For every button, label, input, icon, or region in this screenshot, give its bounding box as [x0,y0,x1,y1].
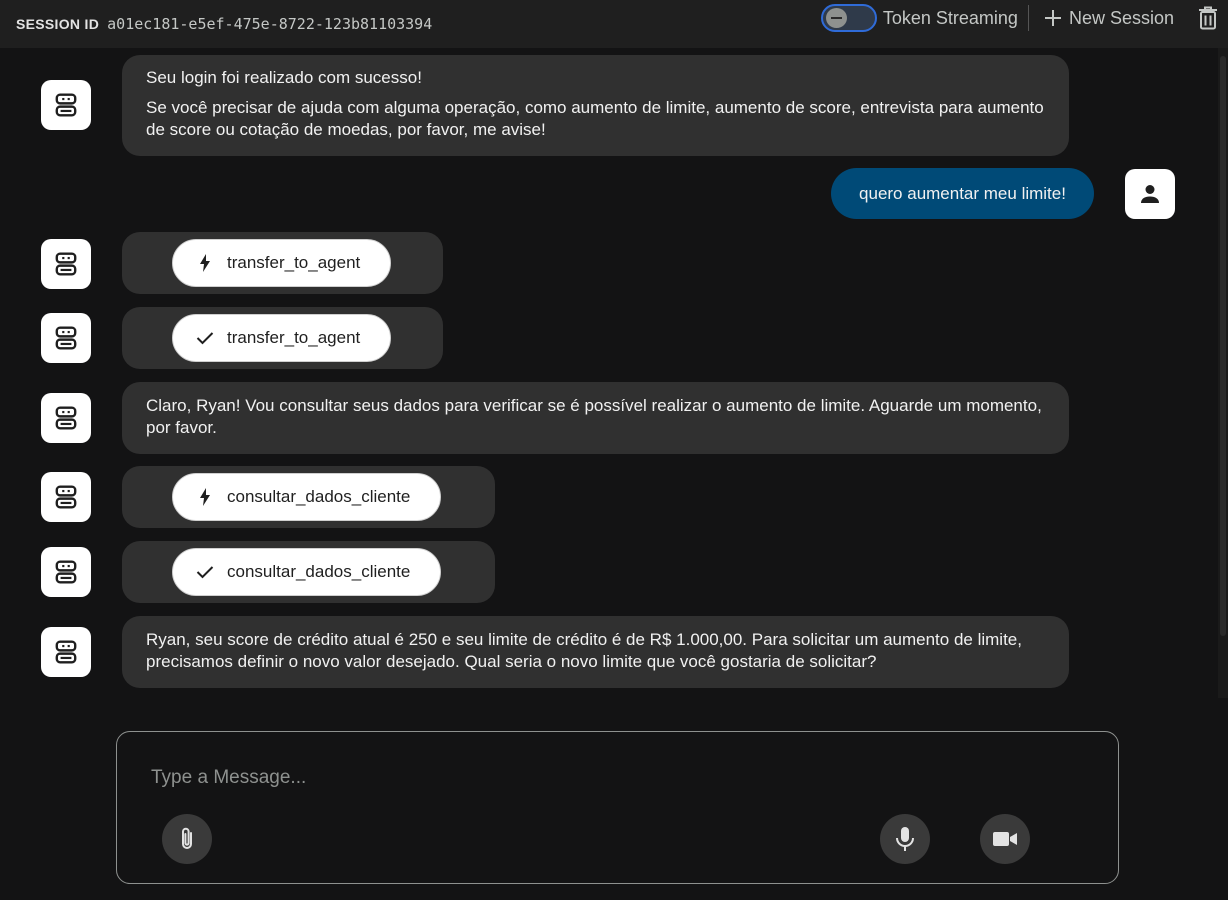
function-response-message: consultar_dados_cliente [122,541,495,603]
microphone-button[interactable] [880,814,930,864]
trash-icon [1199,6,1217,30]
function-call-message: transfer_to_agent [122,232,443,294]
function-response-chip[interactable]: transfer_to_agent [172,314,392,362]
bot-message: Ryan, seu score de crédito atual é 250 e… [122,616,1069,688]
bot-avatar [41,627,91,677]
robot-icon [55,560,77,584]
token-streaming-label: Token Streaming [882,7,1018,28]
robot-icon [55,93,77,117]
function-call-chip[interactable]: consultar_dados_cliente [172,473,442,521]
robot-icon [55,406,77,430]
new-session-label: New Session [1068,7,1174,28]
toggle-knob [825,8,847,28]
function-response-chip[interactable]: consultar_dados_cliente [172,548,442,596]
bot-avatar [41,472,91,522]
person-icon [1141,185,1159,203]
message-text: quero aumentar meu limite! [859,183,1066,203]
attach-icon [182,827,192,849]
message-text: Claro, Ryan! Vou consultar seus dados pa… [146,396,1042,437]
bot-avatar [41,80,91,130]
message-text: Seu login foi realizado com sucesso! [146,68,422,87]
session-id-value: a01ec181-e5ef-475e-8722-123b81103394 [107,15,433,33]
bot-message: Claro, Ryan! Vou consultar seus dados pa… [122,382,1069,454]
function-call-chip[interactable]: transfer_to_agent [172,239,392,287]
attach-button[interactable] [162,814,212,864]
check-icon [196,332,214,345]
check-icon [196,566,214,579]
plus-icon [1044,10,1061,26]
user-avatar [1125,169,1175,219]
function-response-message: transfer_to_agent [122,307,443,369]
user-message: quero aumentar meu limite! [831,168,1094,219]
microphone-icon [896,827,914,851]
bolt-icon [200,488,210,506]
robot-icon [55,640,77,664]
delete-session-button[interactable] [1198,6,1218,30]
session-id-label: SESSION ID [16,16,100,32]
header-divider [1027,5,1029,31]
message-text: Ryan, seu score de crédito atual é 250 e… [146,630,1022,671]
function-call-message: consultar_dados_cliente [122,466,495,528]
header-actions: Token Streaming New Session [820,0,1228,36]
video-camera-button[interactable] [980,814,1030,864]
function-name: consultar_dados_cliente [227,487,411,506]
robot-icon [55,485,77,509]
bot-avatar [41,239,91,289]
bolt-icon [200,254,210,272]
message-composer [116,731,1119,884]
bot-avatar [41,313,91,363]
token-streaming-toggle[interactable] [820,4,877,32]
function-name: transfer_to_agent [227,253,361,272]
video-camera-icon [993,832,1017,846]
message-text: Se você precisar de ajuda com alguma ope… [146,98,1044,139]
function-name: transfer_to_agent [227,328,361,347]
function-name: consultar_dados_cliente [227,562,411,581]
session-header: SESSION ID a01ec181-e5ef-475e-8722-123b8… [0,0,1228,48]
chat-scrollbar-thumb[interactable] [1220,56,1226,636]
bot-avatar [41,393,91,443]
new-session-button[interactable]: New Session [1043,8,1174,29]
bot-message: Seu login foi realizado com sucesso! Se … [122,55,1069,156]
message-input[interactable] [149,762,853,794]
bot-avatar [41,547,91,597]
robot-icon [55,326,77,350]
robot-icon [55,252,77,276]
